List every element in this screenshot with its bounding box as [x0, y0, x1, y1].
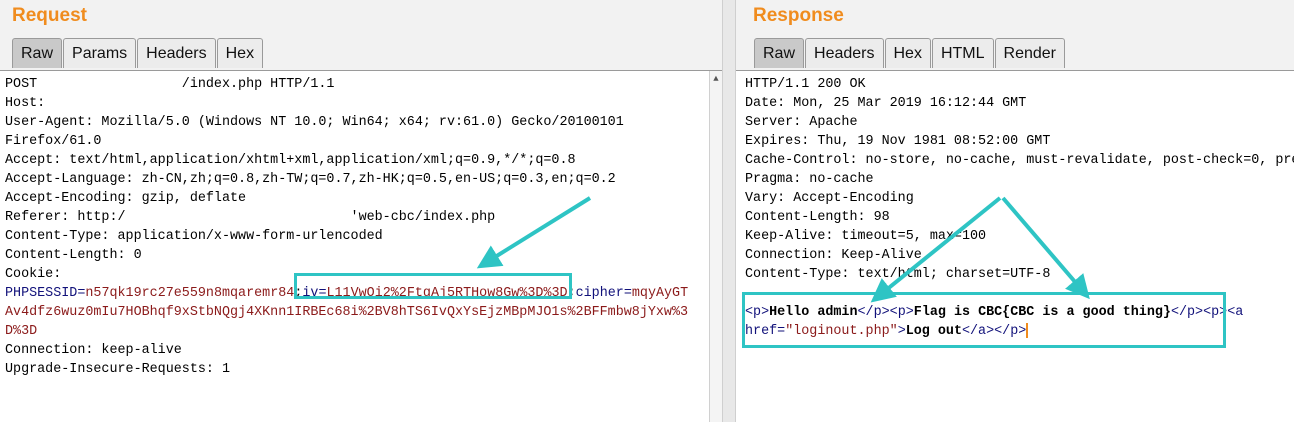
response-tab-hex[interactable]: Hex [884, 38, 931, 68]
response-line: Content-Length: 98 [745, 210, 890, 225]
response-title: Response [753, 5, 844, 26]
request-line: Accept-Language: zh-CN,zh;q=0.8,zh-TW;q=… [5, 172, 616, 187]
request-tab-hex[interactable]: Hex [216, 38, 264, 68]
pane-divider[interactable] [722, 0, 736, 422]
request-line: Referer: http:/ 'web-cbc/index.php [5, 210, 496, 225]
request-tabs: Raw Params Headers Hex [12, 38, 264, 69]
request-line: POST /index.php HTTP/1.1 [5, 77, 335, 92]
cookie-value-phpsessid: n57qk19rc27e559n8mqaremr84 [85, 286, 295, 301]
response-line: Server: Apache [745, 115, 858, 130]
request-tab-raw[interactable]: Raw [12, 38, 63, 68]
request-pane: Request Raw Params Headers Hex POST /ind… [0, 0, 722, 422]
request-tab-headers[interactable]: Headers [137, 38, 216, 68]
response-line: Vary: Accept-Encoding [745, 191, 914, 206]
response-line: Expires: Thu, 19 Nov 1981 08:52:00 GMT [745, 134, 1051, 149]
request-title: Request [12, 5, 87, 26]
cookie-cipher-continuation: Av4dfz6wuz0mIu7HOBhqf9xStbNQgj4XKnn1IRBE… [5, 305, 689, 320]
cookie-cipher-continuation: D%3D [5, 324, 38, 339]
response-line: Pragma: no-cache [745, 172, 874, 187]
response-line: Cache-Control: no-store, no-cache, must-… [745, 153, 1294, 168]
response-tab-raw[interactable]: Raw [754, 38, 805, 68]
response-tab-html[interactable]: HTML [931, 38, 994, 68]
response-line: Date: Mon, 25 Mar 2019 16:12:44 GMT [745, 96, 1027, 111]
response-line: Content-Type: text/html; charset=UTF-8 [745, 267, 1051, 282]
html-tag: <a [1227, 305, 1244, 320]
request-line: Content-Length: 0 [5, 248, 142, 263]
request-scrollbar[interactable]: ▲ [709, 71, 722, 422]
response-line: HTTP/1.1 200 OK [745, 77, 866, 92]
request-line: Accept-Encoding: gzip, deflate [5, 191, 247, 206]
response-line: Connection: Keep-Alive [745, 248, 922, 263]
response-editor[interactable]: HTTP/1.1 200 OK Date: Mon, 25 Mar 2019 1… [736, 70, 1294, 422]
request-line: Connection: keep-alive [5, 343, 182, 358]
request-line: Accept: text/html,application/xhtml+xml,… [5, 153, 576, 168]
response-tabs: Raw Headers Hex HTML Render [754, 38, 1066, 69]
request-editor[interactable]: POST /index.php HTTP/1.1 Host: User-Agen… [0, 70, 722, 422]
cookie-key-cipher: cipher [575, 286, 624, 301]
scroll-up-arrow-icon[interactable]: ▲ [711, 73, 721, 85]
request-line: Content-Type: application/x-www-form-url… [5, 229, 383, 244]
response-tab-render[interactable]: Render [994, 38, 1065, 68]
iv-highlight-box [294, 273, 572, 299]
cookie-key-phpsessid: PHPSESSID [5, 286, 78, 301]
request-line: Firefox/61.0 [5, 134, 102, 149]
response-body-highlight-box [742, 292, 1226, 348]
request-line: Upgrade-Insecure-Requests: 1 [5, 362, 230, 377]
request-line: Host: [5, 96, 46, 111]
cookie-value-cipher: mqyAyGT [631, 286, 689, 301]
request-tab-params[interactable]: Params [63, 38, 137, 68]
response-pane: Response Raw Headers Hex HTML Render HTT… [736, 0, 1294, 422]
response-tab-headers[interactable]: Headers [805, 38, 884, 68]
response-line: Keep-Alive: timeout=5, max=100 [745, 229, 987, 244]
request-line: User-Agent: Mozilla/5.0 (Windows NT 10.0… [5, 115, 624, 130]
